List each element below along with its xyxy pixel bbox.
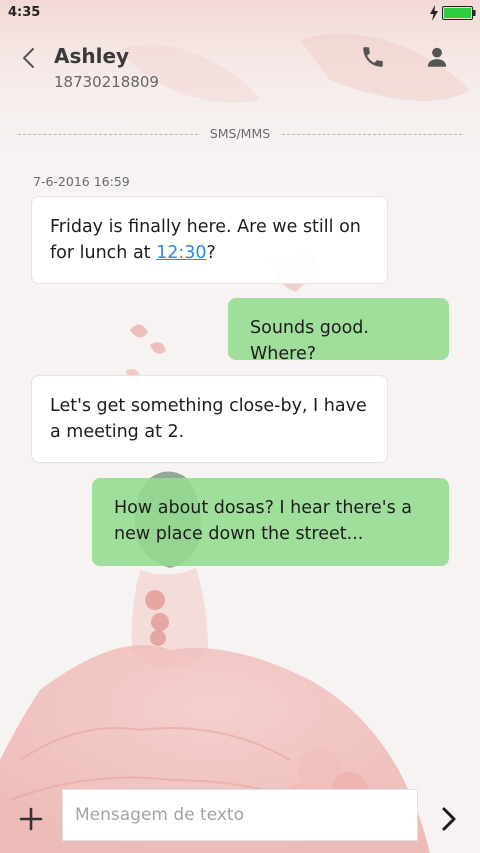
charging-icon bbox=[430, 5, 438, 21]
send-button[interactable] bbox=[436, 806, 462, 832]
person-icon bbox=[427, 47, 447, 67]
chevron-right-icon bbox=[442, 807, 456, 831]
incoming-message-bubble[interactable]: Friday is finally here. Are we still on … bbox=[31, 196, 388, 284]
channel-divider: SMS/MMS bbox=[18, 126, 462, 144]
message-input[interactable] bbox=[62, 789, 418, 841]
chevron-left-icon bbox=[23, 48, 34, 68]
outgoing-message-bubble[interactable]: Sounds good. Where? bbox=[228, 298, 449, 364]
contact-name: Ashley bbox=[54, 44, 130, 68]
message-timestamp: 7-6-2016 16:59 bbox=[33, 174, 130, 189]
plus-icon bbox=[19, 807, 43, 831]
message-text: How about dosas? I hear there's a new pl… bbox=[114, 498, 412, 544]
message-text: ? bbox=[206, 243, 216, 263]
conversation-header: Ashley 18730218809 bbox=[0, 28, 480, 108]
outgoing-message-bubble[interactable]: How about dosas? I hear there's a new pl… bbox=[92, 478, 449, 566]
status-time: 4:35 bbox=[8, 5, 41, 20]
contact-profile-button[interactable] bbox=[424, 44, 450, 70]
message-text: Sounds good. Where? bbox=[250, 318, 369, 364]
message-composer bbox=[0, 780, 480, 853]
phone-icon bbox=[363, 47, 383, 67]
status-bar: 4:35 bbox=[0, 0, 480, 26]
message-text: Let's get something close-by, I have a m… bbox=[50, 396, 367, 442]
contact-number: 18730218809 bbox=[54, 73, 159, 91]
incoming-message-bubble[interactable]: Let's get something close-by, I have a m… bbox=[31, 375, 388, 463]
time-link[interactable]: 12:30 bbox=[156, 243, 206, 263]
divider-line-right bbox=[282, 134, 462, 135]
battery-icon bbox=[442, 6, 476, 20]
back-button[interactable] bbox=[14, 44, 42, 72]
call-button[interactable] bbox=[360, 44, 386, 70]
attach-button[interactable] bbox=[18, 806, 44, 832]
